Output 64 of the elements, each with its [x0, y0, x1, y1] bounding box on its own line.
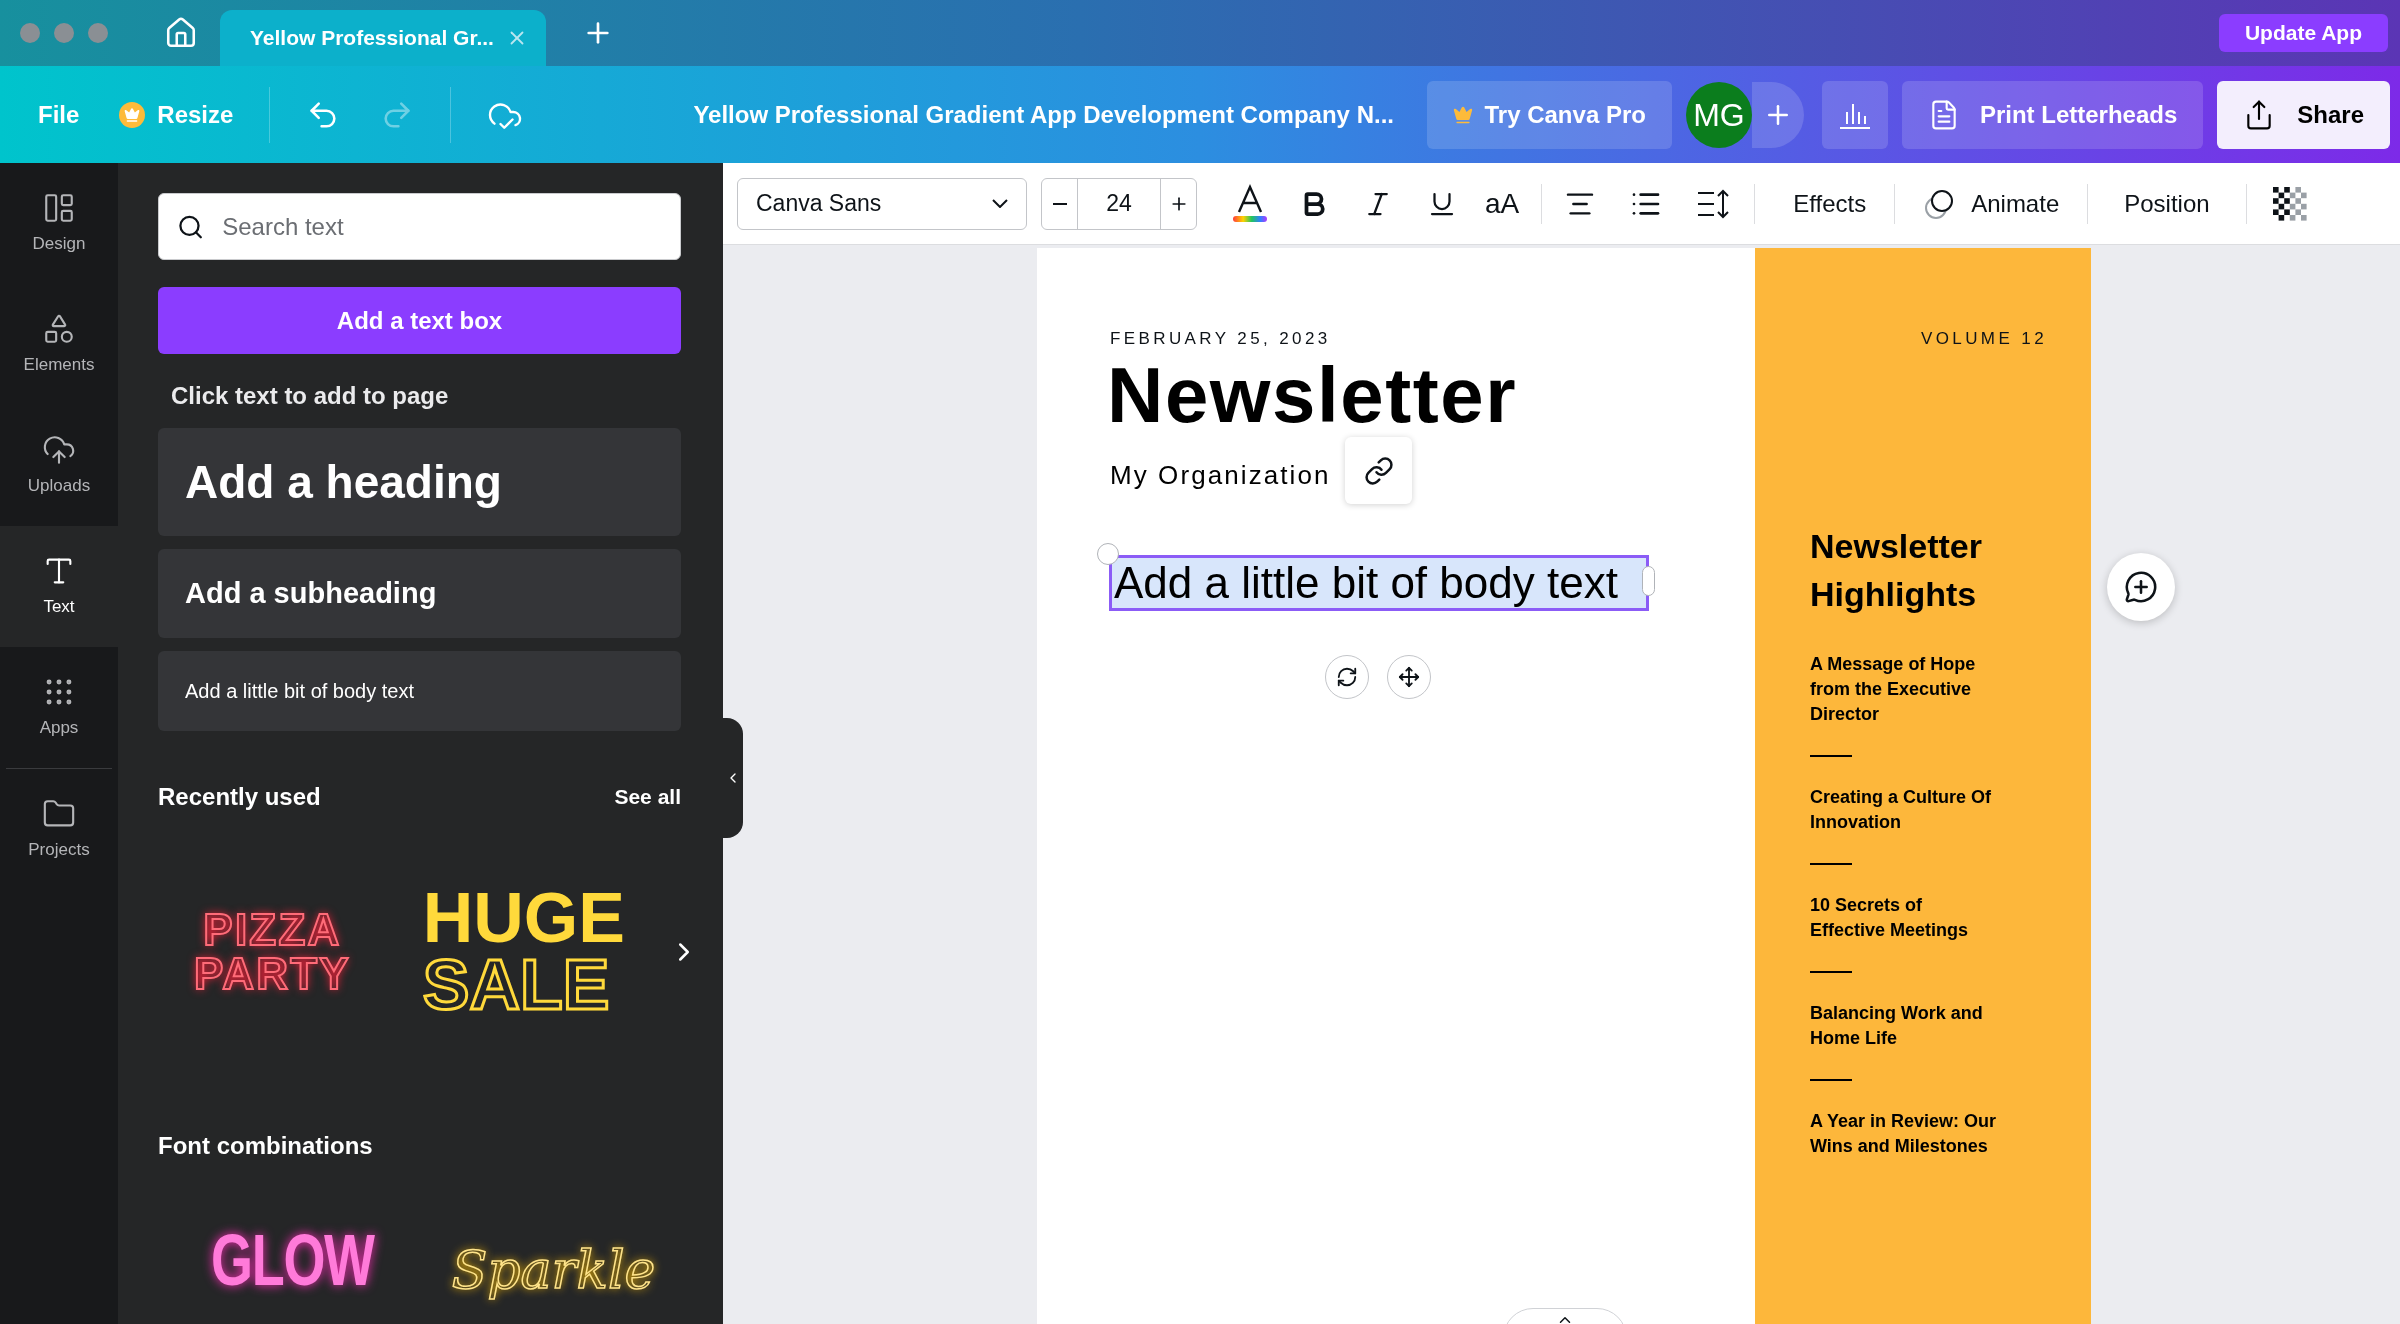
sidebar-item[interactable]: Apps: [0, 647, 118, 768]
move-button[interactable]: [1387, 655, 1431, 699]
add-subheading-option[interactable]: Add a subheading: [158, 549, 681, 638]
rotate-button[interactable]: [1325, 655, 1369, 699]
add-heading-option[interactable]: Add a heading: [158, 428, 681, 536]
home-icon[interactable]: [164, 16, 198, 50]
transparency-icon[interactable]: [2272, 186, 2307, 221]
sidebar-item[interactable]: Projects: [0, 769, 118, 890]
insights-button[interactable]: [1821, 80, 1888, 149]
highlight-item: A Message of Hope from the Executive Director: [1810, 652, 1977, 726]
sidebar-item[interactable]: Uploads: [0, 405, 118, 526]
link-button[interactable]: [1345, 437, 1412, 504]
body-text-box[interactable]: Add a little bit of body text: [1109, 555, 1649, 611]
user-avatar[interactable]: MG: [1685, 81, 1752, 148]
invite-button[interactable]: [1751, 81, 1804, 148]
highlight-item: Creating a Culture Of Innovation: [1810, 785, 1993, 834]
font-size-control[interactable]: 24: [1041, 177, 1197, 230]
line-spacing-icon[interactable]: [1696, 187, 1731, 220]
comment-add-icon: [2124, 570, 2158, 604]
section-title: Font combinations: [158, 1131, 374, 1161]
sidebar-item[interactable]: Design: [0, 163, 118, 284]
case-toggle-button[interactable]: aA: [1485, 182, 1520, 225]
resize-handle[interactable]: [1642, 566, 1655, 596]
add-body-text-option[interactable]: Add a little bit of body text: [158, 651, 681, 731]
add-text-box-button[interactable]: Add a text box: [158, 287, 681, 354]
chevron-down-icon: [992, 199, 1008, 208]
glow-sample[interactable]: GLOW: [210, 1224, 374, 1296]
rotate-icon: [1336, 666, 1358, 688]
huge-sale-sample[interactable]: HUGE SALE: [422, 885, 625, 1018]
print-button[interactable]: Print Letterheads: [1901, 80, 2204, 149]
sidebar-item[interactable]: Elements: [0, 284, 118, 405]
try-pro-button[interactable]: Try Canva Pro: [1426, 80, 1672, 149]
font-select[interactable]: Canva Sans: [737, 177, 1027, 230]
animate-button[interactable]: Animate: [1909, 185, 2074, 222]
minus-icon: [1052, 202, 1067, 205]
rotate-handle[interactable]: [1097, 543, 1119, 565]
highlight-item: A Year in Review: Our Wins and Milestones: [1810, 1109, 1998, 1158]
move-icon: [1398, 666, 1420, 688]
effects-button[interactable]: Effects: [1779, 185, 1881, 222]
font-size-field[interactable]: 24: [1078, 178, 1160, 229]
section-title: Recently used: [158, 782, 321, 812]
volume-text: VOLUME 12: [1920, 328, 2047, 350]
date-text: FEBRUARY 25, 2023: [1110, 328, 1331, 350]
highlight-item: Balancing Work and Home Life: [1810, 1001, 1984, 1050]
newsletter-title: Newsletter: [1107, 356, 1518, 434]
add-comment-button[interactable]: [2107, 553, 2175, 621]
crown-icon: [1452, 104, 1473, 125]
link-icon: [1363, 455, 1394, 486]
highlight-item: 10 Secrets of Effective Meetings: [1810, 893, 1970, 942]
organization-name: My Organization: [1110, 459, 1331, 492]
tab-title: Yellow Professional Gr...: [250, 25, 494, 52]
section-hint: Click text to add to page: [171, 381, 450, 411]
highlights-heading: Newsletter Highlights: [1810, 525, 1983, 615]
sidebar-item[interactable]: Text: [0, 526, 118, 647]
text-color-icon[interactable]: [1231, 183, 1269, 224]
position-button[interactable]: Position: [2102, 185, 2232, 222]
search-input[interactable]: Search text: [222, 208, 662, 245]
update-app-button[interactable]: Update App: [2218, 14, 2388, 52]
collapse-panel-handle[interactable]: [723, 718, 743, 838]
crown-glyph-icon: [124, 106, 141, 123]
see-all-link[interactable]: See all: [614, 781, 681, 813]
pizza-party-sample[interactable]: PIZZA PARTY: [193, 907, 351, 996]
share-button[interactable]: Share: [2217, 80, 2390, 149]
search-field[interactable]: Search text: [158, 193, 681, 260]
